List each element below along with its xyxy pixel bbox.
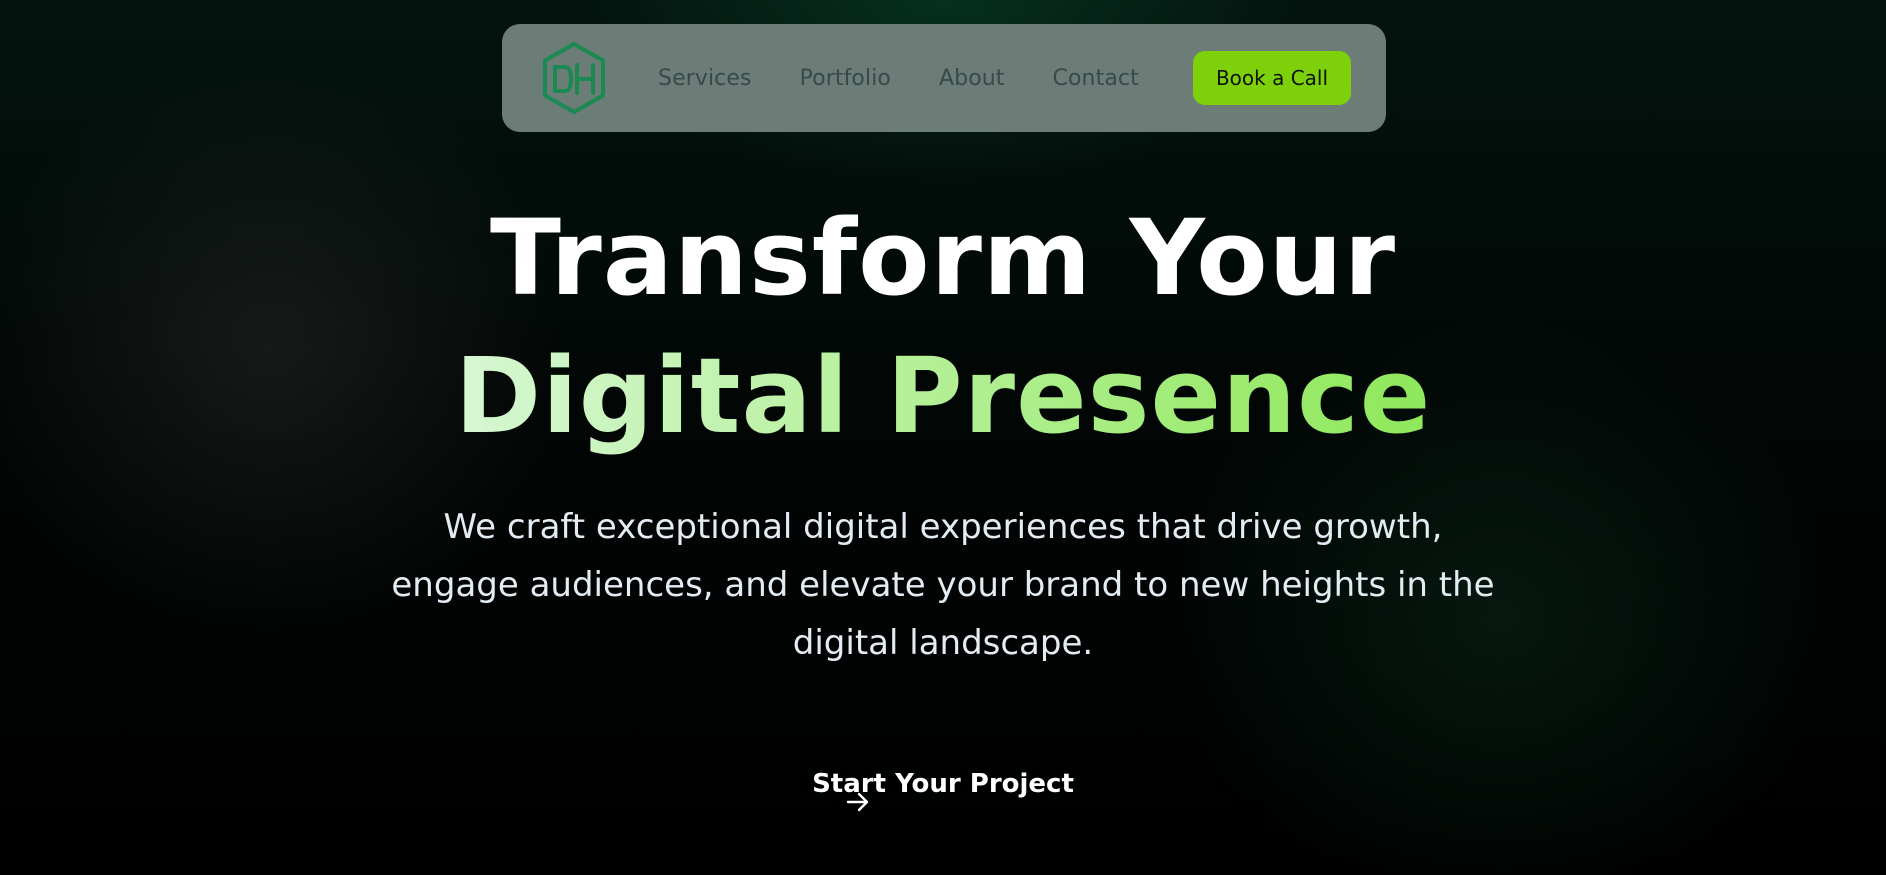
hero-title-line-2: Digital Presence <box>0 334 1886 458</box>
book-a-call-button[interactable]: Book a Call <box>1193 51 1351 105</box>
nav-link-services[interactable]: Services <box>658 66 752 91</box>
hero-title-gradient-text: Digital Presence <box>454 335 1432 457</box>
nav-link-portfolio[interactable]: Portfolio <box>800 66 891 91</box>
nav-link-about[interactable]: About <box>939 66 1005 91</box>
nav-links: Services Portfolio About Contact <box>658 24 1139 132</box>
top-navbar: Services Portfolio About Contact Book a … <box>502 24 1386 132</box>
hero-title-line-1: Transform Your <box>489 197 1397 319</box>
hero-subtitle: We craft exceptional digital experiences… <box>391 507 1495 663</box>
brand-logo-icon[interactable] <box>541 41 607 115</box>
arrow-right-icon <box>845 790 871 814</box>
nav-link-contact[interactable]: Contact <box>1053 66 1139 91</box>
start-your-project-label: Start Your Project <box>812 769 1074 799</box>
start-your-project-button[interactable]: Start Your Project <box>793 748 1093 820</box>
